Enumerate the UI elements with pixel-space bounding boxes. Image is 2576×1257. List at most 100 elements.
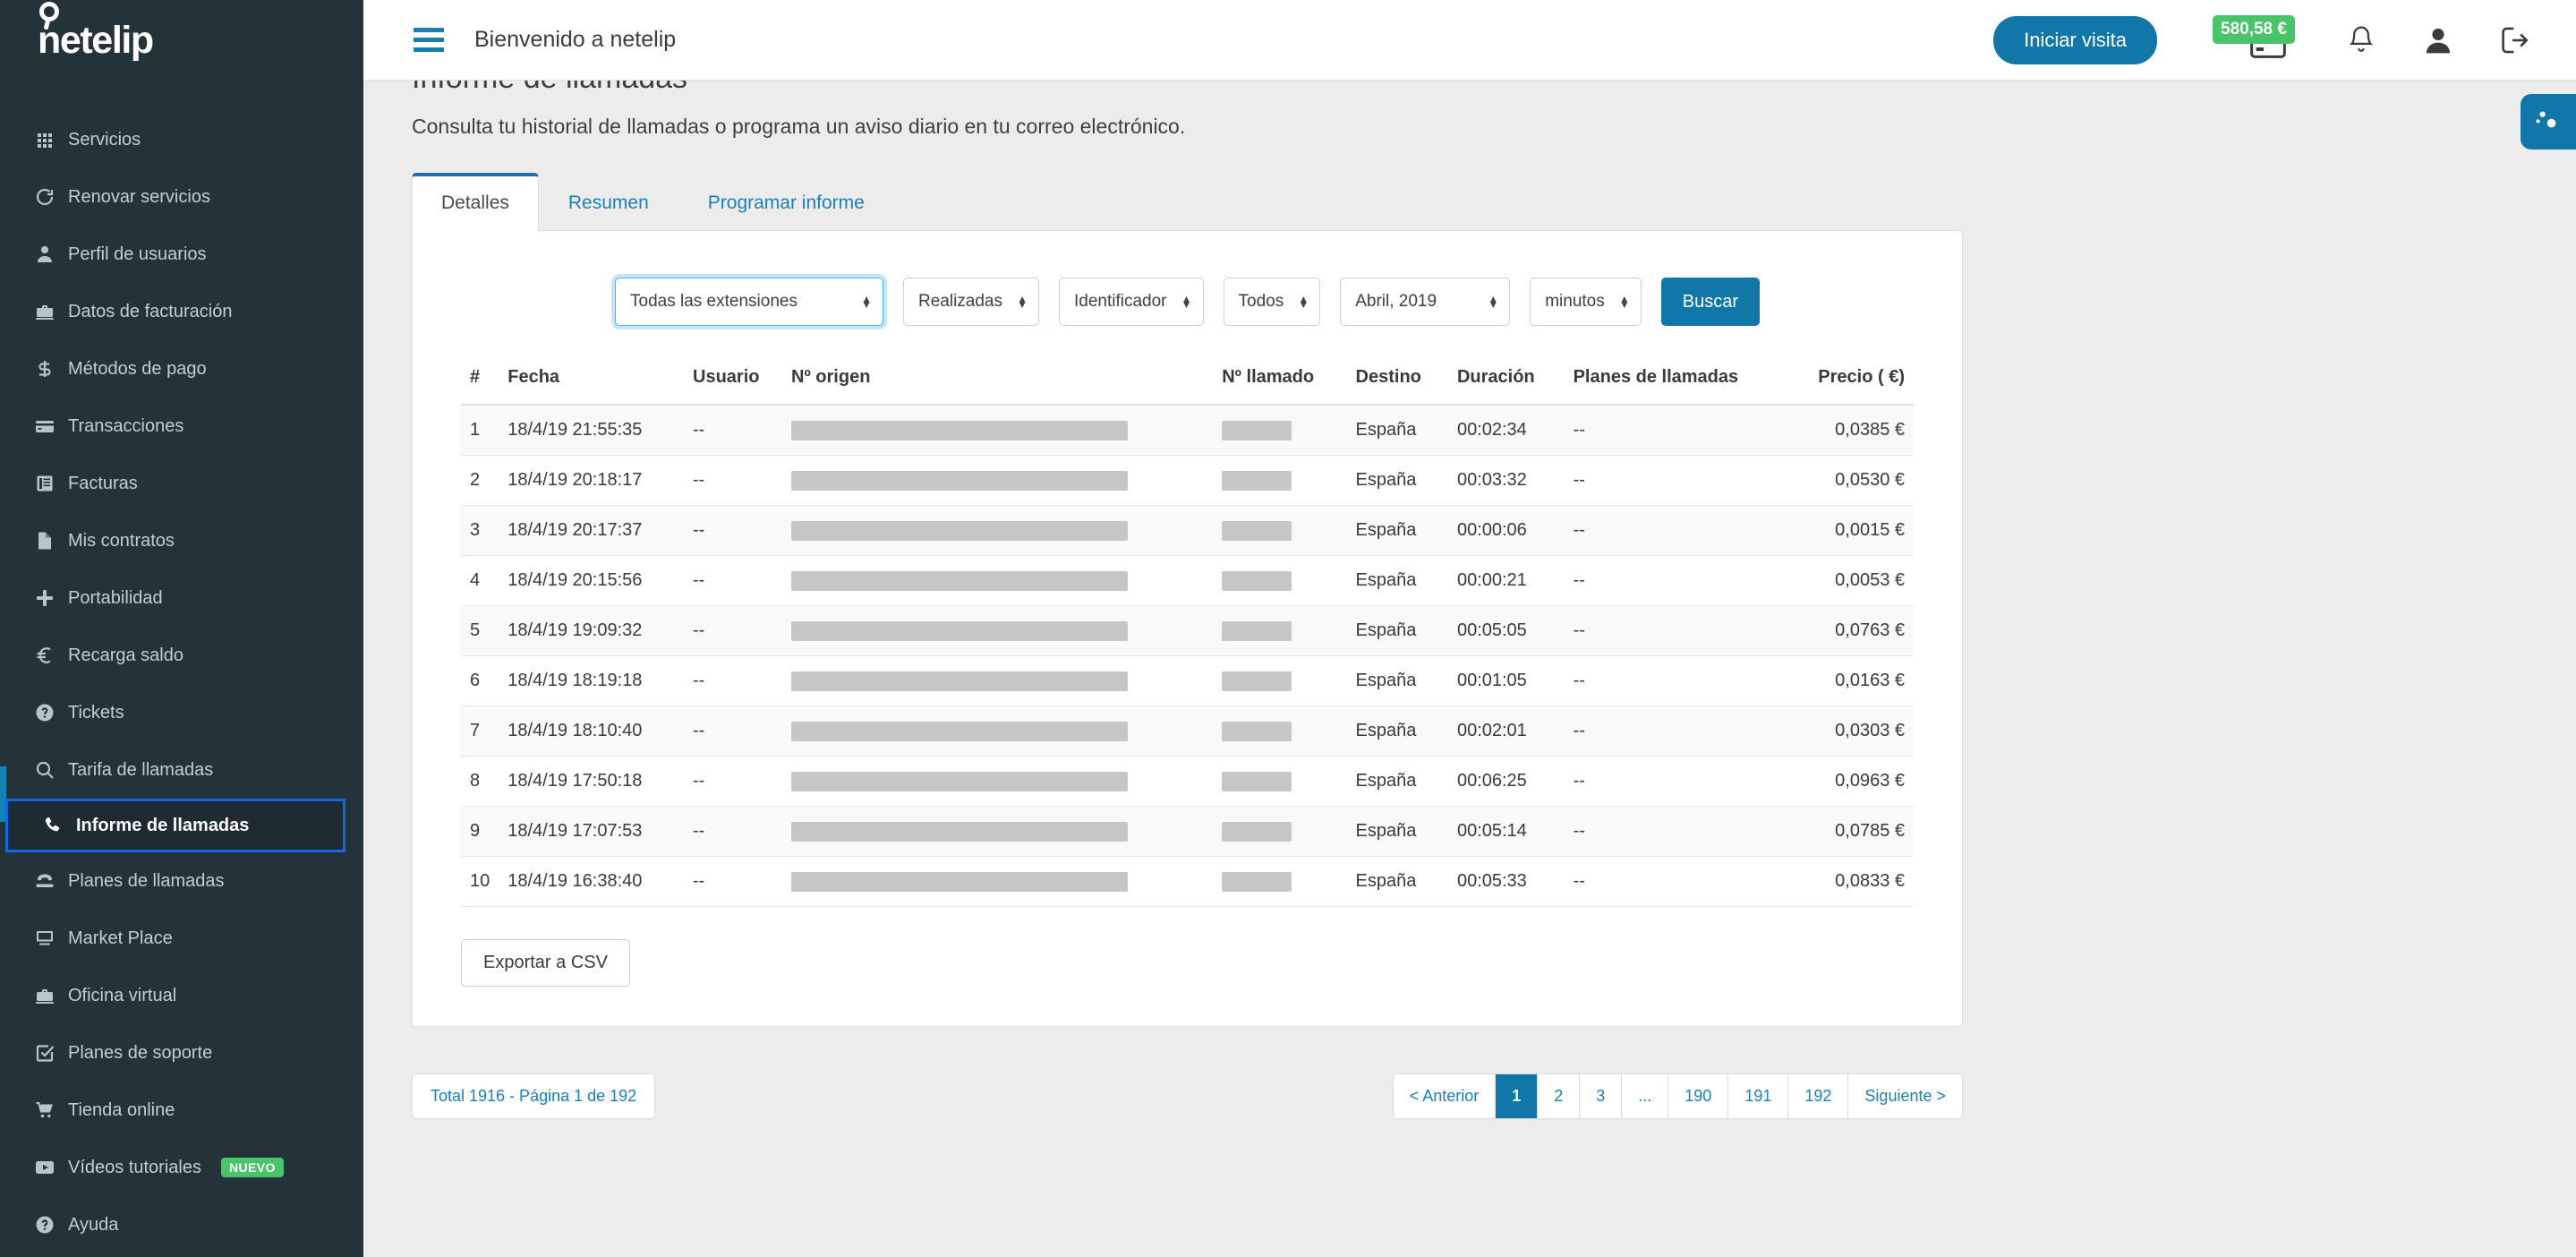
- redacted-value: [1222, 771, 1292, 791]
- cell-price: 0,0385 €: [1787, 405, 1914, 456]
- cell-index: 7: [461, 705, 499, 757]
- sidebar-item-oficina-virtual[interactable]: Oficina virtual: [0, 967, 363, 1024]
- month-select-value: Abril, 2019: [1355, 292, 1437, 311]
- start-visit-button[interactable]: Iniciar visita: [1993, 15, 2157, 64]
- cell-price: 0,0163 €: [1787, 655, 1914, 706]
- page-link[interactable]: 192: [1788, 1074, 1849, 1118]
- redacted-value: [1222, 721, 1292, 741]
- balance-widget[interactable]: 580,58 €: [2213, 13, 2299, 67]
- sidebar-item-m-todos-de-pago[interactable]: Métodos de pago: [0, 340, 363, 398]
- cart-icon: [27, 1099, 63, 1121]
- cell-duration: 00:00:06: [1447, 505, 1565, 556]
- hamburger-icon[interactable]: [414, 28, 444, 52]
- cell-origin-number: [782, 555, 1214, 606]
- cell-duration: 00:02:34: [1447, 405, 1565, 456]
- cell-plans: --: [1564, 555, 1787, 606]
- sidebar-item-planes-de-llamadas[interactable]: Planes de llamadas: [0, 852, 363, 910]
- table-row[interactable]: 4 18/4/19 20:15:56 -- España 00:00:21 -- 0,005…: [461, 555, 1914, 606]
- settings-float-tab[interactable]: [2521, 94, 2576, 150]
- grid-icon: [27, 129, 63, 150]
- table-row[interactable]: 10 18/4/19 16:38:40 -- España 00:05:33 -- 0,08…: [461, 856, 1914, 907]
- sidebar-item-recarga-saldo[interactable]: Recarga saldo: [0, 627, 363, 684]
- page-link[interactable]: Siguiente >: [1848, 1074, 1962, 1118]
- logout-icon[interactable]: [2501, 26, 2531, 55]
- sidebar-item-facturas[interactable]: Facturas: [0, 455, 363, 512]
- page-link[interactable]: 1: [1496, 1074, 1539, 1118]
- sidebar-item-perfil-de-usuarios[interactable]: Perfil de usuarios: [0, 226, 363, 283]
- tab-detalles[interactable]: Detalles: [412, 173, 539, 231]
- cell-origin-number: [782, 505, 1214, 556]
- chevron-updown-icon: ▲ ▼: [861, 293, 872, 311]
- sidebar-item-ayuda[interactable]: Ayuda: [0, 1196, 363, 1253]
- cell-index: 6: [461, 655, 499, 706]
- table-row[interactable]: 5 18/4/19 19:09:32 -- España 00:05:05 -- 0,076…: [461, 605, 1914, 656]
- sidebar-item-mis-contratos[interactable]: Mis contratos: [0, 512, 363, 569]
- chevron-updown-icon: ▲ ▼: [1488, 293, 1499, 311]
- cell-duration: 00:00:21: [1447, 555, 1565, 606]
- user-icon[interactable]: [2424, 25, 2452, 56]
- table-row[interactable]: 9 18/4/19 17:07:53 -- España 00:05:14 -- 0,078…: [461, 806, 1914, 857]
- cell-origin-number: [782, 605, 1214, 656]
- page-link[interactable]: < Anterior: [1393, 1074, 1497, 1118]
- briefcase-icon: [27, 301, 63, 322]
- cell-called-number: [1213, 405, 1347, 456]
- cell-index: 2: [461, 455, 499, 506]
- sidebar-item-label: Vídeos tutoriales: [68, 1157, 201, 1177]
- month-select[interactable]: Abril, 2019 ▲ ▼: [1340, 278, 1511, 326]
- report-card: Todas las extensiones ▲ ▼ Realizadas ▲ ▼ I…: [412, 230, 1963, 1027]
- sidebar-item-tienda-online[interactable]: Tienda online: [0, 1082, 363, 1139]
- direction-select[interactable]: Realizadas ▲ ▼: [903, 278, 1039, 326]
- tab-resumen[interactable]: Resumen: [539, 175, 678, 230]
- tab-programar-informe[interactable]: Programar informe: [678, 175, 894, 230]
- sidebar-item-market-place[interactable]: Market Place: [0, 910, 363, 967]
- column-header: Duración: [1447, 353, 1565, 406]
- page-link[interactable]: 2: [1538, 1074, 1581, 1118]
- cell-date: 18/4/19 20:15:56: [499, 555, 684, 606]
- table-row[interactable]: 2 18/4/19 20:18:17 -- España 00:03:32 -- 0,053…: [461, 455, 1914, 506]
- cell-plans: --: [1564, 856, 1787, 907]
- sidebar-item-portabilidad[interactable]: Portabilidad: [0, 569, 363, 627]
- unit-select[interactable]: minutos ▲ ▼: [1530, 278, 1642, 326]
- column-header: Nº llamado: [1213, 353, 1347, 406]
- header-actions: Iniciar visita 580,58 €: [1993, 13, 2576, 67]
- cell-duration: 00:06:25: [1447, 756, 1565, 807]
- sidebar-item-tickets[interactable]: Tickets: [0, 684, 363, 741]
- check-square-icon: [27, 1042, 63, 1064]
- table-row[interactable]: 7 18/4/19 18:10:40 -- España 00:02:01 -- 0,030…: [461, 705, 1914, 757]
- scope-select[interactable]: Todos ▲ ▼: [1223, 278, 1321, 326]
- bell-icon[interactable]: [2347, 25, 2376, 56]
- export-csv-button[interactable]: Exportar a CSV: [461, 939, 630, 987]
- cell-duration: 00:05:05: [1447, 605, 1565, 656]
- brand-logo[interactable]: netelip: [0, 0, 363, 81]
- video-icon: [27, 1157, 63, 1178]
- column-header: Nº origen: [782, 353, 1214, 406]
- cell-price: 0,0963 €: [1787, 756, 1914, 807]
- cell-called-number: [1213, 705, 1347, 757]
- sidebar-item-v-deos-tutoriales[interactable]: Vídeos tutoriales NUEVO: [0, 1139, 363, 1196]
- table-row[interactable]: 1 18/4/19 21:55:35 -- España 00:02:34 -- 0,038…: [461, 405, 1914, 456]
- filter-bar: Todas las extensiones ▲ ▼ Realizadas ▲ ▼ I…: [413, 231, 1962, 353]
- table-row[interactable]: 6 18/4/19 18:19:18 -- España 00:01:05 -- 0,016…: [461, 655, 1914, 706]
- extension-select[interactable]: Todas las extensiones ▲ ▼: [615, 278, 883, 326]
- briefcase-icon: [27, 985, 63, 1006]
- page-link[interactable]: 191: [1728, 1074, 1789, 1118]
- sidebar-item-servicios[interactable]: Servicios: [0, 111, 363, 168]
- cell-called-number: [1213, 505, 1347, 556]
- page-link[interactable]: 3: [1580, 1074, 1623, 1118]
- sidebar-item-label: Métodos de pago: [68, 358, 207, 379]
- sidebar-item-transacciones[interactable]: Transacciones: [0, 398, 363, 455]
- cell-date: 18/4/19 17:07:53: [499, 806, 684, 857]
- table-row[interactable]: 3 18/4/19 20:17:37 -- España 00:00:06 -- 0,001…: [461, 505, 1914, 556]
- cell-date: 18/4/19 21:55:35: [499, 405, 684, 456]
- sidebar-item-datos-de-facturaci-n[interactable]: Datos de facturación: [0, 283, 363, 340]
- sidebar-item-renovar-servicios[interactable]: Renovar servicios: [0, 168, 363, 226]
- page-link[interactable]: 190: [1668, 1074, 1729, 1118]
- page-link[interactable]: ...: [1622, 1074, 1669, 1118]
- sidebar-item-planes-de-soporte[interactable]: Planes de soporte: [0, 1024, 363, 1082]
- table-row[interactable]: 8 18/4/19 17:50:18 -- España 00:06:25 -- 0,096…: [461, 756, 1914, 807]
- search-button[interactable]: Buscar: [1660, 278, 1760, 326]
- cell-index: 4: [461, 555, 499, 606]
- sidebar-item-informe-de-llamadas[interactable]: Informe de llamadas: [5, 799, 345, 852]
- sidebar-item-tarifa-de-llamadas[interactable]: Tarifa de llamadas: [0, 741, 363, 799]
- identifier-select[interactable]: Identificador ▲ ▼: [1059, 278, 1204, 326]
